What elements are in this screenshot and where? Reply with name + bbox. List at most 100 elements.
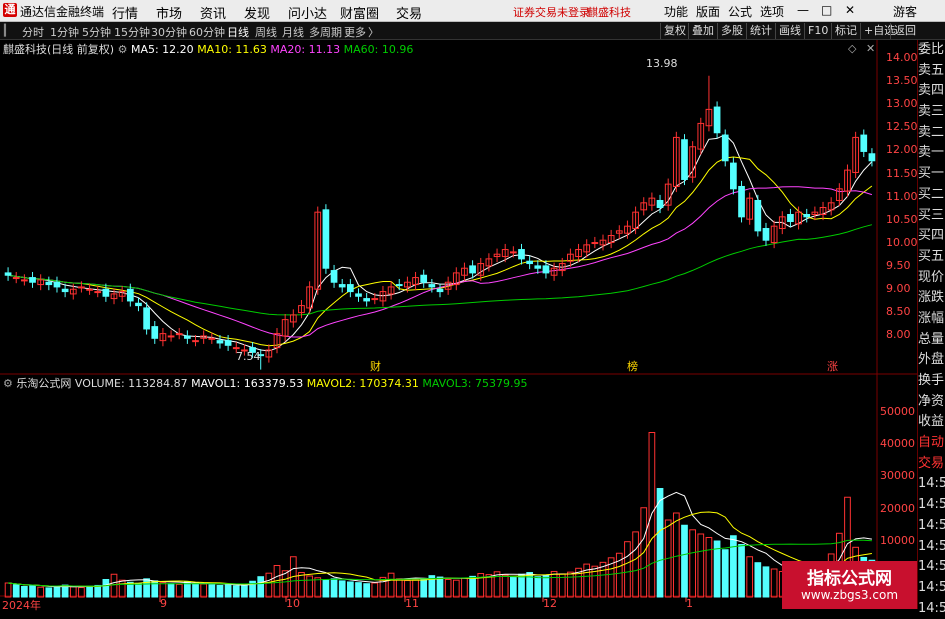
candle-body [151,326,159,339]
menu-faxian[interactable]: 发现 [244,3,270,22]
tab-60min[interactable]: 60分钟 [189,24,225,40]
menu-gongshi[interactable]: 公式 [728,3,752,20]
volume-bar [306,575,313,598]
menu-hangqing[interactable]: 行情 [112,3,138,22]
volume-bar [526,572,533,598]
btn-tongji[interactable]: 统计 [746,23,775,39]
volume-bar [689,529,696,598]
tab-fenshi[interactable]: 分时 [22,24,44,40]
candle-body [347,284,354,293]
quote-panel-item[interactable]: 卖二 [918,123,945,144]
volume-tick-label: 50000 [880,405,915,418]
candle-body [526,260,533,265]
btn-biaoji[interactable]: 标记 [831,23,860,39]
menu-xuanxiang[interactable]: 选项 [760,3,784,20]
event-marker-cai[interactable]: 财 [370,358,381,374]
quote-panel-item[interactable]: 买五 [918,247,945,268]
menu-jiaoyi[interactable]: 交易 [396,3,422,22]
btn-fuquan[interactable]: 复权 [660,23,689,39]
quote-panel-item[interactable]: 总量 [918,330,945,351]
candle-body [803,214,811,218]
volume-bar [355,582,362,598]
volume-bar [330,578,338,598]
btn-f10[interactable]: F10 [804,23,831,39]
kline-chart[interactable] [0,40,917,609]
quote-panel-item[interactable]: 买三 [918,206,945,227]
volume-bar [754,562,762,598]
quote-panel-item[interactable]: 委比 [918,40,945,61]
quote-panel-item[interactable]: 卖三 [918,102,945,123]
candle-body [4,272,12,276]
btn-huaxian[interactable]: 画线 [775,23,804,39]
volume-bar [216,584,224,598]
time-tick-label: 11 [405,597,419,610]
maximize-icon[interactable]: □ [821,3,832,17]
tab-15min[interactable]: 15分钟 [114,24,150,40]
quote-panel-item[interactable]: 14:56 [918,557,945,578]
candle-body [45,281,53,286]
candle-body [371,298,379,301]
quote-panel-item[interactable]: 现价 [918,268,945,289]
tab-multi-period[interactable]: 多周期 [309,24,342,40]
tab-1min[interactable]: 1分钟 [50,24,79,40]
quote-panel-item[interactable]: 换手 [918,371,945,392]
tab-more[interactable]: 更多 [344,24,366,40]
time-tick-label: 1 [686,597,693,610]
minimize-icon[interactable]: — [797,3,809,17]
sidebar-toggle-icon[interactable]: ▎ [4,24,12,37]
tab-30min[interactable]: 30分钟 [151,24,187,40]
ma5-line [8,133,873,352]
menu-shichang[interactable]: 市场 [156,3,182,22]
tab-5min[interactable]: 5分钟 [82,24,111,40]
menu-banmian[interactable]: 版面 [696,3,720,20]
user-label[interactable]: 游客 [893,3,917,20]
quote-panel-item[interactable]: 涨跌 [918,288,945,309]
quote-panel-item[interactable]: 卖一 [918,143,945,164]
candle-body [730,162,737,190]
tab-daily[interactable]: 日线 [227,24,249,40]
quote-panel-item[interactable]: 自动 [918,433,945,454]
app-logo-icon: 通 [3,3,17,17]
menu-wenxiaoda[interactable]: 问小达 [288,3,327,22]
tab-weekly[interactable]: 周线 [255,24,277,40]
quote-panel-item[interactable]: 买四 [918,226,945,247]
volume-bar [387,572,395,598]
quote-panel-item[interactable]: 收益 [918,412,945,433]
more-chevron-icon[interactable]: 〉 [368,24,379,40]
btn-duogu[interactable]: 多股 [717,23,746,39]
watermark-url: www.zbgs3.com [800,588,899,602]
quote-panel-item[interactable]: 涨幅 [918,309,945,330]
mavol1-value: MAVOL1: 163379.53 [191,377,304,390]
quote-panel-item[interactable]: 净资 [918,392,945,413]
menu-gongneng[interactable]: 功能 [664,3,688,20]
quote-panel-item[interactable]: 14:56 [918,495,945,516]
quote-panel-item[interactable]: 外盘 [918,350,945,371]
volume-bar [159,582,167,598]
quote-panel: 委比 卖五 卖四 卖三 卖二 卖一 买一 买二 买三 买四 买五 现价 涨跌 涨幅 总量 外盘 换手 净资 收益 自动… [917,40,945,616]
event-marker-zhang[interactable]: 涨 [827,358,838,374]
quote-panel-item[interactable]: 14:56 [918,474,945,495]
candle-body [102,288,110,297]
quote-panel-item[interactable]: 卖五 [918,61,945,82]
volume-bar [656,488,664,598]
btn-diejia[interactable]: 叠加 [688,23,717,39]
tab-monthly[interactable]: 月线 [282,24,304,40]
volume-bar [583,563,591,598]
quote-panel-item[interactable]: 买一 [918,164,945,185]
volume-bar [167,583,175,598]
quote-panel-item[interactable]: 买二 [918,185,945,206]
candle-body [534,265,542,269]
quote-panel-item[interactable]: 卖四 [918,81,945,102]
quote-panel-item[interactable]: 交易 [918,454,945,475]
price-tick-label: 14.00 [886,51,918,64]
trade-login-warning[interactable]: 证券交易未登录 [513,4,590,20]
quote-panel-item[interactable]: 14:56 [918,516,945,537]
close-icon[interactable]: ✕ [845,3,855,17]
volume-gear-icon[interactable]: ⚙ [3,377,13,390]
quote-panel-item[interactable]: 14:56 [918,578,945,599]
btn-back[interactable]: 返回 [890,23,919,39]
menu-caifuquan[interactable]: 财富圈 [340,3,379,22]
menu-zixun[interactable]: 资讯 [200,3,226,22]
quote-panel-item[interactable]: 14:56 [918,537,945,558]
event-marker-bang[interactable]: 榜 [627,358,638,374]
